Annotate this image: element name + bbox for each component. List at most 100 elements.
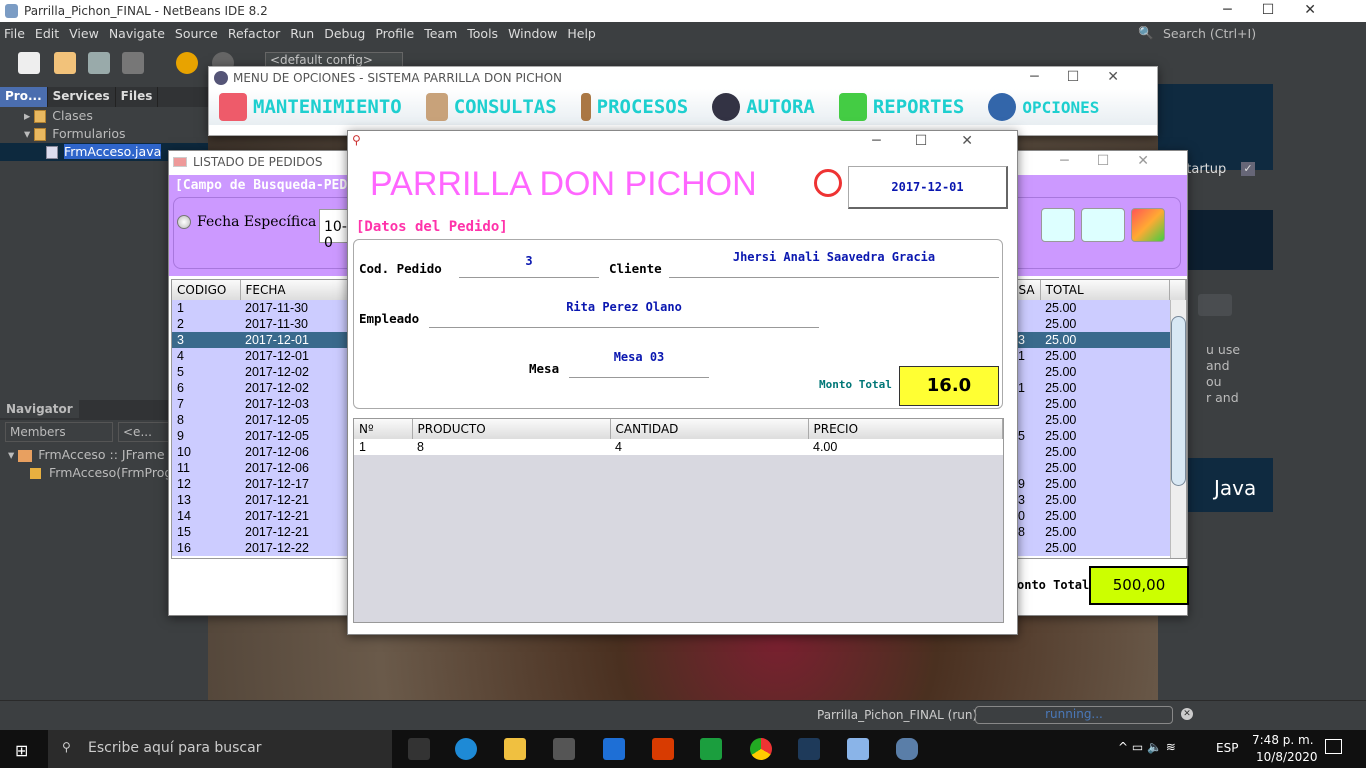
- monto-total-label: Monto Total: [819, 378, 892, 391]
- tab-projects[interactable]: Pro...: [0, 87, 48, 107]
- tab-files[interactable]: Files: [116, 87, 159, 107]
- app-icon[interactable]: [700, 738, 722, 760]
- table-icon: [173, 157, 187, 167]
- menu-tools[interactable]: Tools: [467, 26, 498, 41]
- window-controls[interactable]: ─☐✕: [1030, 69, 1147, 85]
- menu-debug[interactable]: Debug: [324, 26, 365, 41]
- fecha-radio-label: Fecha Específica: [197, 214, 317, 230]
- menu-consultas[interactable]: CONSULTAS: [454, 96, 557, 118]
- menu-file[interactable]: File: [4, 26, 25, 41]
- datos-panel: Cod. Pedido 3 Cliente Jhersi Anali Saave…: [353, 239, 1003, 409]
- clock-date[interactable]: 10/8/2020: [1256, 750, 1318, 764]
- clock-icon: [814, 169, 842, 197]
- col-fecha[interactable]: FECHA: [240, 280, 351, 300]
- netbeans-icon: [5, 4, 18, 18]
- cancel-run-icon[interactable]: ✕: [1181, 708, 1193, 720]
- undo-icon[interactable]: [176, 52, 198, 74]
- run-status: Parrilla_Pichon_FINAL (run): [817, 708, 978, 722]
- menu-opciones[interactable]: OPCIONES: [1022, 98, 1099, 117]
- app-icon: [214, 71, 228, 85]
- mysql-icon[interactable]: [798, 738, 820, 760]
- save-icon[interactable]: [122, 52, 144, 74]
- cod-pedido-label: Cod. Pedido: [359, 261, 442, 276]
- menu-profile[interactable]: Profile: [375, 26, 414, 41]
- maintenance-icon: [219, 93, 247, 121]
- menu-window[interactable]: Window: [508, 26, 557, 41]
- menu-edit[interactable]: Edit: [35, 26, 59, 41]
- pedido-date-button[interactable]: 2017-12-01: [848, 166, 1008, 209]
- file-explorer-icon[interactable]: [504, 738, 526, 760]
- database-icon[interactable]: [896, 738, 918, 760]
- open-project-icon[interactable]: [88, 52, 110, 74]
- window-controls[interactable]: ─☐✕: [872, 133, 1007, 149]
- search-input[interactable]: Search (Ctrl+I): [1163, 26, 1256, 41]
- menu-navigate[interactable]: Navigate: [109, 26, 165, 41]
- windows-button[interactable]: [1081, 208, 1125, 242]
- checklist-button[interactable]: [1041, 208, 1075, 242]
- new-file-icon[interactable]: [18, 52, 40, 74]
- menu-reportes[interactable]: REPORTES: [873, 96, 965, 118]
- export-button[interactable]: [1131, 208, 1165, 242]
- table-scrollbar[interactable]: [1170, 300, 1186, 558]
- detalle-table: Nº PRODUCTO CANTIDAD PRECIO 1 8 4 4.00: [353, 418, 1004, 623]
- tab-navigator[interactable]: Navigator: [0, 400, 79, 418]
- tab-services[interactable]: Services: [48, 87, 116, 107]
- office-icon[interactable]: [652, 738, 674, 760]
- notifications-icon[interactable]: [1325, 739, 1342, 754]
- windows-start-icon[interactable]: ⊞: [15, 741, 28, 760]
- store-icon[interactable]: [553, 738, 575, 760]
- monto-total-value: 500,00: [1089, 566, 1189, 605]
- search-icon: ⚲: [352, 133, 361, 147]
- col-codigo[interactable]: CODIGO: [172, 280, 241, 300]
- col-total[interactable]: TOTAL: [1040, 280, 1171, 300]
- section-label: [Datos del Pedido]: [356, 219, 508, 235]
- tree-item-clases[interactable]: ▸ Clases: [0, 107, 208, 125]
- startup-checkbox[interactable]: ✓: [1241, 162, 1255, 176]
- notebook-icon: [425, 93, 448, 121]
- search-icon: ⚲: [62, 740, 71, 754]
- java-logo: Java: [1214, 476, 1257, 500]
- tree-item-formularios[interactable]: ▾ Formularios: [0, 125, 208, 143]
- member-icon: [30, 468, 41, 479]
- clock-time[interactable]: 7:48 p. m.: [1252, 733, 1314, 747]
- tray-icons[interactable]: ^ ▭ 🔈 ≋: [1118, 740, 1176, 754]
- window-controls[interactable]: ─☐✕: [1060, 153, 1177, 169]
- menu-help[interactable]: Help: [567, 26, 596, 41]
- status-bar: Parrilla_Pichon_FINAL (run) running... ✕: [0, 700, 1366, 730]
- new-project-icon[interactable]: [54, 52, 76, 74]
- java-form-icon: [46, 146, 58, 159]
- menu-source[interactable]: Source: [175, 26, 218, 41]
- fecha-radio[interactable]: [177, 215, 191, 229]
- menu-view[interactable]: View: [69, 26, 99, 41]
- menu-autora[interactable]: AUTORA: [746, 96, 815, 118]
- table-row[interactable]: 1 8 4 4.00: [354, 439, 1003, 455]
- options-menu-bar: MANTENIMIENTO CONSULTAS PROCESOS AUTORA …: [209, 89, 1157, 125]
- mail-icon[interactable]: [603, 738, 625, 760]
- edge-icon[interactable]: [455, 738, 477, 760]
- col-producto[interactable]: PRODUCTO: [412, 419, 611, 439]
- task-view-icon[interactable]: [408, 738, 430, 760]
- menu-mantenimiento[interactable]: MANTENIMIENTO: [253, 96, 402, 118]
- col-cantidad[interactable]: CANTIDAD: [610, 419, 809, 439]
- menu-refactor[interactable]: Refactor: [228, 26, 280, 41]
- window-controls[interactable]: ─☐✕: [1223, 2, 1346, 18]
- empleado-label: Empleado: [359, 311, 420, 326]
- fork-knife-icon: [580, 93, 591, 121]
- cliente-value: Jhersi Anali Saavedra Gracia: [669, 250, 999, 278]
- menu-bar: File Edit View Navigate Source Refactor Run Deb…: [0, 22, 1366, 44]
- taskbar-search-input[interactable]: Escribe aquí para buscar: [48, 730, 392, 768]
- menu-team[interactable]: Team: [424, 26, 457, 41]
- empleado-value: Rita Perez Olano: [429, 300, 819, 328]
- members-select[interactable]: Members: [5, 422, 113, 442]
- cod-pedido-value: 3: [459, 254, 599, 278]
- col-precio[interactable]: PRECIO: [808, 419, 1003, 439]
- netbeans-icon[interactable]: [847, 738, 869, 760]
- menu-procesos[interactable]: PROCESOS: [597, 96, 689, 118]
- col-n[interactable]: Nº: [354, 419, 413, 439]
- menu-run[interactable]: Run: [290, 26, 314, 41]
- window-title: Parrilla_Pichon_FINAL - NetBeans IDE 8.2: [24, 4, 268, 18]
- language-indicator[interactable]: ESP: [1216, 741, 1238, 755]
- search-group-label: [Campo de Busqueda-PED]: [175, 178, 356, 193]
- menu-opciones-window: MENU DE OPCIONES - SISTEMA PARRILLA DON …: [208, 66, 1158, 136]
- chrome-icon[interactable]: [750, 738, 772, 760]
